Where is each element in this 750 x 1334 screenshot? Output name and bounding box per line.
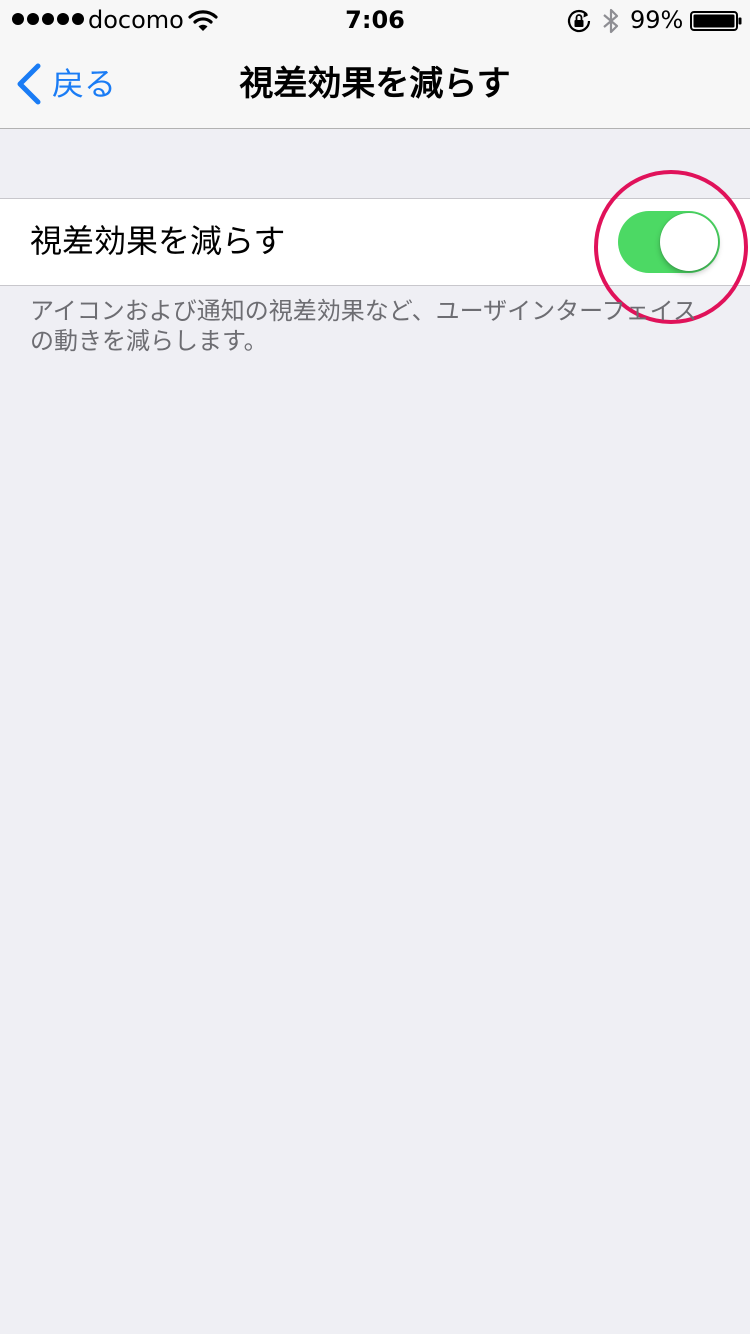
setting-description: アイコンおよび通知の視差効果など、ユーザインターフェイスの動きを減らします。: [30, 297, 697, 355]
bluetooth-icon: [603, 8, 619, 34]
rotation-lock-icon: [567, 9, 591, 33]
reduce-motion-label: 視差効果を減らす: [30, 222, 286, 260]
reduce-motion-row: 視差効果を減らす: [0, 198, 750, 286]
page-title: 視差効果を減らす: [239, 64, 511, 104]
navigation-bar: 戻る 視差効果を減らす: [0, 40, 750, 129]
battery-percent: 99%: [630, 6, 684, 34]
reduce-motion-toggle[interactable]: [618, 211, 720, 273]
status-bar: docomo 7:06 99%: [0, 0, 750, 40]
battery-icon: [690, 11, 742, 31]
toggle-knob: [660, 213, 718, 271]
